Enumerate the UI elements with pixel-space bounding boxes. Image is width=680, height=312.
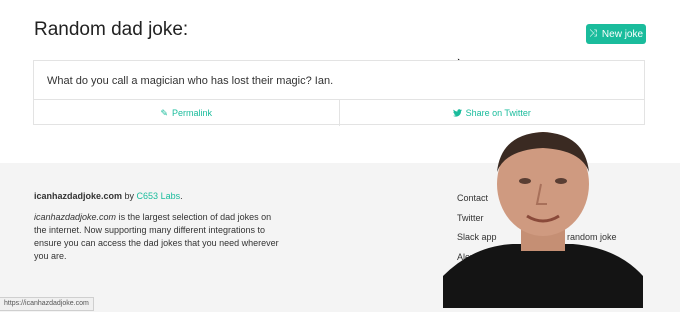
link-icon: ✎	[160, 107, 169, 118]
share-on-twitter-link[interactable]: Share on Twitter	[338, 100, 645, 126]
joke-card: What do you call a magician who has lost…	[33, 60, 645, 126]
joke-text: What do you call a magician who has lost…	[47, 75, 334, 87]
presenter-image	[443, 132, 643, 308]
new-joke-label: New joke	[601, 28, 644, 40]
footer-description: icanhazdadjoke.com is the largest select…	[34, 211, 284, 263]
footer-brand-period: .	[180, 191, 183, 201]
shuffle-icon: ⤨	[588, 28, 597, 39]
page-title: Random dad joke:	[34, 19, 189, 40]
share-label: Share on Twitter	[465, 108, 531, 118]
permalink-link[interactable]: ✎ Permalink	[34, 100, 339, 126]
status-bar-url: https://icanhazdadjoke.com	[0, 297, 94, 311]
footer-lab-link[interactable]: C653 Labs	[137, 191, 181, 201]
new-joke-button[interactable]: ⤨ New joke	[586, 24, 646, 44]
permalink-label: Permalink	[172, 108, 213, 118]
webcam-overlay	[443, 126, 643, 308]
footer-by-text: by	[122, 191, 137, 201]
joke-actions: ✎ Permalink Share on Twitter	[34, 99, 644, 126]
twitter-icon	[452, 109, 462, 117]
footer-desc-site: icanhazdadjoke.com	[34, 212, 117, 222]
footer-site-name: icanhazdadjoke.com	[34, 191, 123, 201]
footer-brand: icanhazdadjoke.com by C653 Labs.	[34, 191, 183, 201]
